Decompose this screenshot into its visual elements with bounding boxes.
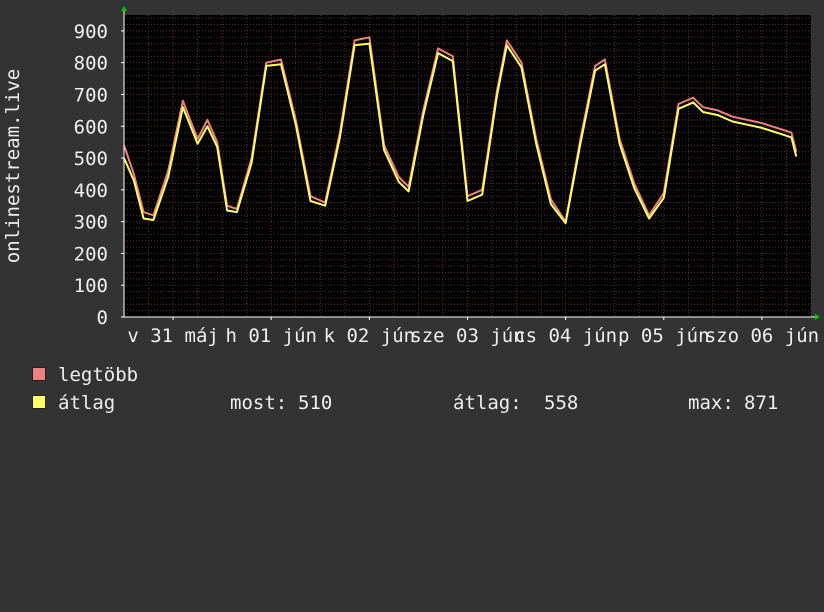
x-tick-label: h 01 jún [225, 325, 317, 347]
x-tick-label: k 02 jún [324, 325, 416, 347]
y-tick-label: 200 [74, 243, 108, 265]
y-tick-label: 100 [74, 275, 108, 297]
legend-row-atlag: átlag most: 510 átlag: 558 max: 871 [32, 392, 812, 414]
legend-swatch-legtobb [32, 367, 46, 381]
x-tick-label: szo 06 jún [705, 325, 819, 347]
x-tick-label: v 31 máj [127, 325, 219, 347]
legend-label-legtobb: legtöbb [58, 364, 139, 386]
x-tick-label: cs 04 jún [514, 325, 617, 347]
stat-max-value: 871 [744, 392, 779, 414]
y-axis-label: onlinestream.live [2, 69, 24, 263]
y-tick-label: 700 [74, 84, 108, 106]
y-axis-arrow [121, 6, 127, 11]
stat-avg-value: 558 [544, 392, 579, 414]
legend-row-legtobb: legtöbb [32, 364, 138, 386]
x-axis-arrow [815, 314, 820, 320]
y-tick-label: 300 [74, 212, 108, 234]
y-tick-label: 0 [97, 307, 108, 329]
legend-label-atlag: átlag [58, 392, 116, 414]
chart-container: 0 100 200 300 400 500 600 700 800 900 v 31 máj h 0… [0, 0, 824, 430]
x-tick-label: sze 03 jún [410, 325, 524, 347]
y-tick-label: 800 [74, 53, 108, 75]
x-tick-label: p 05 jún [618, 325, 710, 347]
y-tick-label: 400 [74, 180, 108, 202]
x-tick-labels: v 31 máj h 01 jún k 02 júnsze 03 júncs 04 … [127, 317, 819, 347]
y-tick-labels: 0 100 200 300 400 500 600 700 800 900 [74, 21, 124, 329]
stat-avg-label: átlag: [453, 392, 522, 414]
legend-swatch-atlag [32, 395, 46, 409]
stat-now-value: 510 [298, 392, 333, 414]
stat-max-label: max: [688, 392, 734, 414]
stat-now-label: most: [230, 392, 288, 414]
y-tick-label: 500 [74, 148, 108, 170]
y-tick-label: 900 [74, 21, 108, 43]
y-tick-label: 600 [74, 116, 108, 138]
